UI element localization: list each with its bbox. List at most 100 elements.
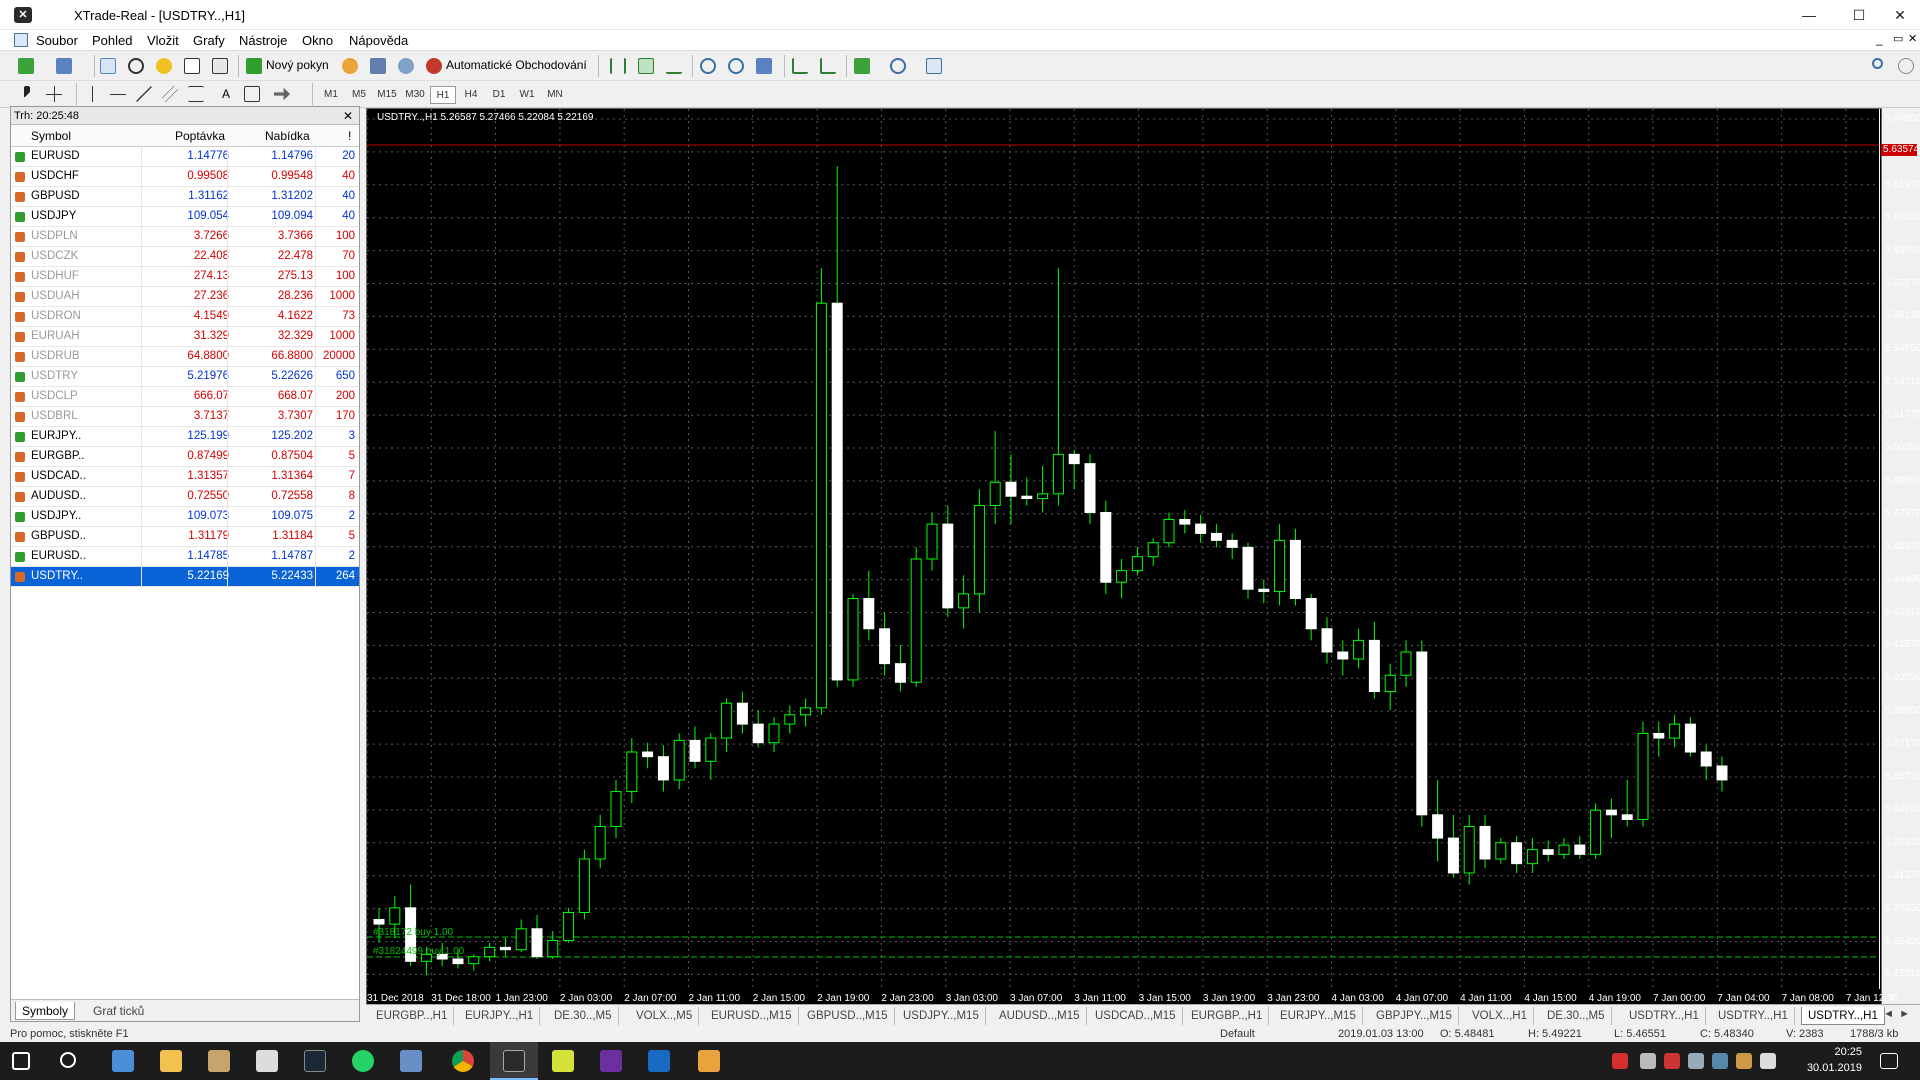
maximize-button[interactable]: ☐ — [1836, 0, 1882, 30]
menu-insert[interactable]: Vložit — [147, 33, 179, 48]
app-icon-2[interactable] — [400, 1050, 422, 1072]
templates-button[interactable] — [924, 56, 944, 76]
tray-icon-1[interactable] — [1640, 1053, 1656, 1069]
market-watch-row[interactable]: USDBRL 3.7137 3.7307 170 — [11, 407, 359, 427]
market-button[interactable] — [396, 56, 416, 76]
chart-tab[interactable]: DE.30..,M5 — [548, 1007, 619, 1025]
chart-shift-button[interactable] — [790, 56, 810, 76]
network-icon[interactable] — [1712, 1053, 1728, 1069]
periods-button[interactable] — [888, 56, 908, 76]
menu-charts[interactable]: Grafy — [193, 33, 225, 48]
chart-tab[interactable]: USDTRY..,H1 — [1801, 1007, 1885, 1025]
text-label-button[interactable] — [242, 84, 262, 104]
column-bid[interactable]: Poptávka — [175, 129, 225, 143]
minimize-button[interactable]: — — [1786, 0, 1832, 30]
auto-trading-icon-button[interactable] — [424, 56, 444, 76]
chart-tab[interactable]: DE.30..,M5 — [1541, 1007, 1612, 1025]
chart-tab[interactable]: GBPUSD..,M15 — [801, 1007, 895, 1025]
market-watch-row[interactable]: USDCLP 666.07 668.07 200 — [11, 387, 359, 407]
price-chart[interactable] — [367, 109, 1883, 1015]
market-watch-row[interactable]: GBPUSD 1.31162 1.31202 40 — [11, 187, 359, 207]
strategy-tester-button[interactable] — [210, 56, 230, 76]
chart-tab[interactable]: VOLX..,M5 — [630, 1007, 700, 1025]
chart-tab[interactable]: EURJPY..,H1 — [459, 1007, 541, 1025]
column-ask[interactable]: Nabídka — [265, 129, 310, 143]
horizontal-line-button[interactable] — [108, 84, 128, 104]
chart-tab[interactable]: USDTRY..,H1 — [1623, 1007, 1706, 1025]
volume-icon[interactable] — [1760, 1053, 1776, 1069]
column-symbol[interactable]: Symbol — [31, 129, 71, 143]
app-icon-3[interactable] — [600, 1050, 622, 1072]
mdi-close-button[interactable]: ✕ — [1908, 32, 1917, 45]
timeframe-m1[interactable]: M1 — [318, 86, 344, 104]
chart-tab[interactable]: USDCAD..,M15 — [1089, 1007, 1183, 1025]
candlestick-button[interactable] — [636, 56, 656, 76]
market-watch-row[interactable]: AUDUSD.. 0.72550 0.72558 8 — [11, 487, 359, 507]
timeframe-h1[interactable]: H1 — [430, 86, 456, 104]
chart-tab[interactable]: VOLX..,H1 — [1466, 1007, 1534, 1025]
chart-tab[interactable]: EURGBP..,H1 — [370, 1007, 455, 1025]
arrows-button[interactable] — [272, 84, 292, 104]
tray-icon-3[interactable] — [1688, 1053, 1704, 1069]
chart-tab[interactable]: AUDUSD..,M15 — [993, 1007, 1087, 1025]
whatsapp-icon[interactable] — [352, 1050, 374, 1072]
clock-time[interactable]: 20:25 — [1834, 1046, 1862, 1058]
mdi-minimize-button[interactable]: _ — [1876, 32, 1883, 46]
signals-button[interactable] — [368, 56, 388, 76]
bar-chart-button[interactable] — [608, 56, 628, 76]
app-icon-4[interactable] — [648, 1050, 670, 1072]
timeframe-m15[interactable]: M15 — [374, 86, 400, 104]
meta-editor-button[interactable] — [340, 56, 360, 76]
market-watch-row[interactable]: USDCHF 0.99508 0.99548 40 — [11, 167, 359, 187]
menu-help[interactable]: Nápověda — [349, 33, 408, 48]
steam-icon[interactable] — [304, 1050, 326, 1072]
vertical-line-button[interactable] — [82, 84, 102, 104]
tray-icon-4[interactable] — [1736, 1053, 1752, 1069]
close-button[interactable]: ✕ — [1880, 0, 1920, 30]
menu-file[interactable]: Soubor — [36, 33, 78, 48]
crosshair-button[interactable] — [44, 84, 64, 104]
profiles-button[interactable] — [54, 56, 74, 76]
market-watch-row[interactable]: EURUSD.. 1.14785 1.14787 2 — [11, 547, 359, 567]
indicators-button[interactable] — [852, 56, 872, 76]
market-watch-row[interactable]: EURUSD 1.14776 1.14796 20 — [11, 147, 359, 167]
timeframe-m5[interactable]: M5 — [346, 86, 372, 104]
new-chart-button[interactable] — [16, 56, 36, 76]
app-icon-5[interactable] — [698, 1050, 720, 1072]
market-watch-row[interactable]: USDRUB 64.8800 66.8800 20000 — [11, 347, 359, 367]
channel-button[interactable] — [160, 84, 180, 104]
autoscroll-button[interactable] — [818, 56, 838, 76]
line-chart-button[interactable] — [664, 56, 684, 76]
market-watch-row[interactable]: EURJPY.. 125.199 125.202 3 — [11, 427, 359, 447]
search-taskbar-icon[interactable] — [60, 1052, 76, 1068]
text-tool-button[interactable]: A — [216, 84, 236, 104]
menu-window[interactable]: Okno — [302, 33, 333, 48]
timeframe-m30[interactable]: M30 — [402, 86, 428, 104]
tabs-scroll-left-icon[interactable]: ◄ — [1883, 1008, 1894, 1020]
mdi-restore-button[interactable]: ▭ — [1893, 32, 1903, 45]
market-watch-close-icon[interactable]: ✕ — [343, 107, 353, 125]
new-order-button[interactable]: Nový pokyn — [266, 58, 329, 72]
notifications-icon[interactable] — [1880, 1053, 1898, 1069]
market-watch-row[interactable]: USDJPY.. 109.073 109.075 2 — [11, 507, 359, 527]
market-watch-row[interactable]: USDPLN 3.7266 3.7366 100 — [11, 227, 359, 247]
market-watch-row[interactable]: USDRON 4.1549 4.1622 73 — [11, 307, 359, 327]
tile-windows-button[interactable] — [754, 56, 774, 76]
timeframe-mn[interactable]: MN — [542, 86, 568, 104]
market-watch-row[interactable]: USDUAH 27.236 28.236 1000 — [11, 287, 359, 307]
search-button[interactable] — [1870, 56, 1890, 76]
chart-tab[interactable]: EURUSD..,M15 — [705, 1007, 799, 1025]
column-spread[interactable]: ! — [348, 129, 351, 143]
cursor-button[interactable] — [18, 84, 38, 104]
app-icon-1[interactable] — [208, 1050, 230, 1072]
chart-tab[interactable]: EURGBP..,H1 — [1185, 1007, 1270, 1025]
timeframe-h4[interactable]: H4 — [458, 86, 484, 104]
clock-date[interactable]: 30.01.2019 — [1807, 1062, 1862, 1074]
chart-tab[interactable]: USDTRY..,H1 — [1712, 1007, 1795, 1025]
market-watch-row[interactable]: EURGBP.. 0.87499 0.87504 5 — [11, 447, 359, 467]
timeframe-d1[interactable]: D1 — [486, 86, 512, 104]
order-label-2[interactable]: #31824499 buy 1.00 — [373, 946, 464, 957]
terminal-button[interactable] — [182, 56, 202, 76]
menu-tools[interactable]: Nástroje — [239, 33, 287, 48]
trendline-button[interactable] — [134, 84, 154, 104]
